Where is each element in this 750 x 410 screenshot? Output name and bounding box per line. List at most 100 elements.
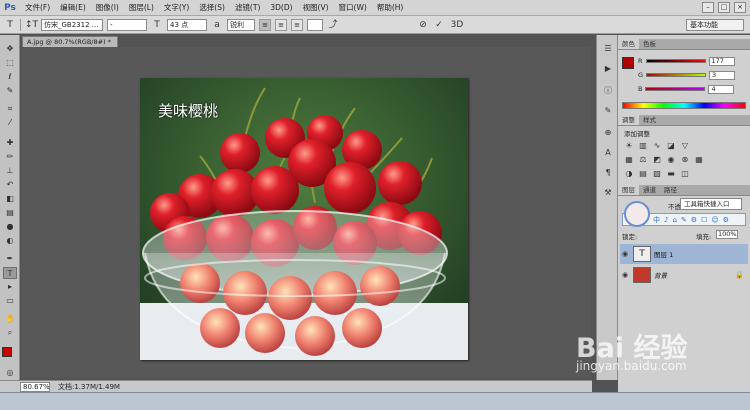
cancel-icon[interactable]: ⊘ bbox=[417, 19, 429, 31]
foreground-color-chip[interactable] bbox=[622, 57, 634, 69]
tab-layers[interactable]: 图层 bbox=[618, 185, 639, 195]
green-value-field[interactable]: 3 bbox=[709, 70, 736, 80]
selective-color-icon[interactable]: ◫ bbox=[680, 169, 690, 178]
document-tab[interactable]: A.jpg @ 80.7%(RGB/8#) * bbox=[22, 36, 118, 47]
zoom-level-field[interactable]: 80.67% bbox=[20, 381, 50, 392]
quick-icon-pen[interactable]: ✎ bbox=[681, 216, 687, 224]
menu-3d[interactable]: 3D(D) bbox=[265, 3, 297, 12]
paragraph-panel-icon[interactable]: ¶ bbox=[601, 167, 615, 179]
menu-help[interactable]: 帮助(H) bbox=[372, 2, 409, 13]
menu-window[interactable]: 窗口(W) bbox=[334, 2, 372, 13]
hue-sat-icon[interactable]: ▦ bbox=[624, 155, 634, 164]
eye-icon[interactable]: ◉ bbox=[620, 271, 630, 279]
text-orientation-icon[interactable]: ↕T bbox=[25, 19, 38, 31]
levels-icon[interactable]: ▥ bbox=[638, 141, 648, 150]
workspace-select[interactable]: 基本功能 bbox=[686, 19, 744, 31]
blue-value-field[interactable]: 4 bbox=[708, 84, 735, 94]
lasso-tool-icon[interactable]: ℓ bbox=[3, 71, 17, 83]
pen-tool-icon[interactable]: ✒ bbox=[3, 253, 17, 265]
eyedropper-tool-icon[interactable]: ⁄ bbox=[3, 117, 17, 129]
move-tool-icon[interactable]: ✥ bbox=[3, 43, 17, 55]
red-value-field[interactable]: 177 bbox=[708, 56, 735, 66]
exposure-icon[interactable]: ◪ bbox=[666, 141, 676, 150]
history-panel-icon[interactable]: ☰ bbox=[601, 43, 615, 55]
font-size-select[interactable]: 43 点 bbox=[167, 18, 207, 31]
quick-mask-icon[interactable]: ◎ bbox=[3, 367, 17, 379]
foreground-color-swatch[interactable] bbox=[2, 347, 12, 357]
minimize-button[interactable]: – bbox=[702, 2, 714, 13]
commit-icon[interactable]: ✓ bbox=[433, 19, 445, 31]
canvas-image[interactable]: 美味樱桃 bbox=[140, 78, 468, 360]
menu-file[interactable]: 文件(F) bbox=[20, 2, 55, 13]
brush-panel-icon[interactable]: ✎ bbox=[601, 105, 615, 117]
photo-filter-icon[interactable]: ◉ bbox=[666, 155, 676, 164]
type-tool-icon[interactable]: T bbox=[3, 267, 17, 279]
crop-tool-icon[interactable]: ⌗ bbox=[3, 103, 17, 115]
font-family-select[interactable]: 仿宋_GB2312 ... bbox=[41, 18, 103, 31]
menu-layer[interactable]: 图层(L) bbox=[124, 2, 159, 13]
layer-name[interactable]: 图层 1 bbox=[654, 249, 673, 259]
menu-view[interactable]: 视图(V) bbox=[298, 2, 334, 13]
layer-name[interactable]: 背景 bbox=[654, 270, 667, 280]
menu-filter[interactable]: 滤镜(T) bbox=[230, 2, 265, 13]
tab-paths[interactable]: 路径 bbox=[660, 185, 681, 195]
warp-text-icon[interactable]: ⤴ bbox=[327, 19, 339, 31]
tool-presets-panel-icon[interactable]: ⚒ bbox=[601, 187, 615, 199]
tab-swatches[interactable]: 色板 bbox=[639, 39, 660, 49]
vibrance-icon[interactable]: ▽ bbox=[680, 141, 690, 150]
quick-icon-smile[interactable]: ☺ bbox=[711, 216, 718, 224]
blur-tool-icon[interactable]: ● bbox=[3, 221, 17, 233]
shape-tool-icon[interactable]: ▭ bbox=[3, 295, 17, 307]
black-white-icon[interactable]: ◩ bbox=[652, 155, 662, 164]
info-panel-icon[interactable]: ⓘ bbox=[601, 85, 615, 97]
tab-color[interactable]: 颜色 bbox=[618, 39, 639, 49]
layer-row-text[interactable]: ◉ T 图层 1 bbox=[620, 244, 748, 264]
color-balance-icon[interactable]: ⚖ bbox=[638, 155, 648, 164]
menu-type[interactable]: 文字(Y) bbox=[159, 2, 194, 13]
gradient-tool-icon[interactable]: ▤ bbox=[3, 207, 17, 219]
marquee-tool-icon[interactable]: ⬚ bbox=[3, 57, 17, 69]
quick-icon-settings[interactable]: ⚙ bbox=[723, 216, 729, 224]
quick-icon-box[interactable]: ☐ bbox=[701, 216, 707, 224]
close-button[interactable]: × bbox=[734, 2, 746, 13]
text-color-swatch[interactable] bbox=[307, 18, 323, 31]
tab-styles[interactable]: 样式 bbox=[639, 115, 660, 125]
posterize-icon[interactable]: ▤ bbox=[638, 169, 648, 178]
text-layer-content[interactable]: 美味樱桃 bbox=[158, 100, 218, 121]
align-right-button[interactable]: ≡ bbox=[291, 18, 303, 31]
green-slider[interactable] bbox=[646, 73, 707, 77]
actions-panel-icon[interactable]: ▶ bbox=[601, 63, 615, 75]
history-brush-tool-icon[interactable]: ↶ bbox=[3, 179, 17, 191]
zoom-tool-icon[interactable]: ⌕ bbox=[3, 327, 17, 339]
brush-tool-icon[interactable]: ✏ bbox=[3, 151, 17, 163]
menu-edit[interactable]: 编辑(E) bbox=[55, 2, 91, 13]
menu-image[interactable]: 图像(I) bbox=[91, 2, 124, 13]
quick-icon-gear[interactable]: ⚙ bbox=[691, 216, 697, 224]
path-select-tool-icon[interactable]: ▸ bbox=[3, 281, 17, 293]
fill-value-field[interactable]: 100% bbox=[716, 230, 738, 239]
gradient-map-icon[interactable]: ▬ bbox=[666, 169, 676, 178]
color-spectrum-bar[interactable] bbox=[622, 102, 746, 109]
quick-icon-zhong[interactable]: 中 bbox=[653, 215, 660, 225]
tab-adjustments[interactable]: 调整 bbox=[618, 115, 639, 125]
healing-tool-icon[interactable]: ✚ bbox=[3, 137, 17, 149]
brightness-icon[interactable]: ☀ bbox=[624, 141, 634, 150]
clone-source-panel-icon[interactable]: ⊕ bbox=[601, 127, 615, 139]
character-panel-icon[interactable]: A bbox=[601, 147, 615, 159]
avatar[interactable] bbox=[624, 201, 650, 227]
align-left-button[interactable]: ≡ bbox=[259, 18, 271, 31]
menu-select[interactable]: 选择(S) bbox=[194, 2, 230, 13]
text-tool-icon[interactable]: T bbox=[4, 19, 16, 31]
blue-slider[interactable] bbox=[645, 87, 706, 91]
red-slider[interactable] bbox=[645, 59, 706, 63]
tab-channels[interactable]: 通道 bbox=[639, 185, 660, 195]
dodge-tool-icon[interactable]: ◐ bbox=[3, 235, 17, 247]
eraser-tool-icon[interactable]: ◧ bbox=[3, 193, 17, 205]
anti-alias-select[interactable]: 锐利 bbox=[227, 18, 255, 31]
hand-tool-icon[interactable]: ✋ bbox=[3, 313, 17, 325]
curves-icon[interactable]: ∿ bbox=[652, 141, 662, 150]
maximize-button[interactable]: □ bbox=[718, 2, 730, 13]
align-center-button[interactable]: ≡ bbox=[275, 18, 287, 31]
quick-icon-music[interactable]: ♪ bbox=[664, 216, 668, 224]
quick-icon-home[interactable]: ⌂ bbox=[672, 216, 676, 224]
